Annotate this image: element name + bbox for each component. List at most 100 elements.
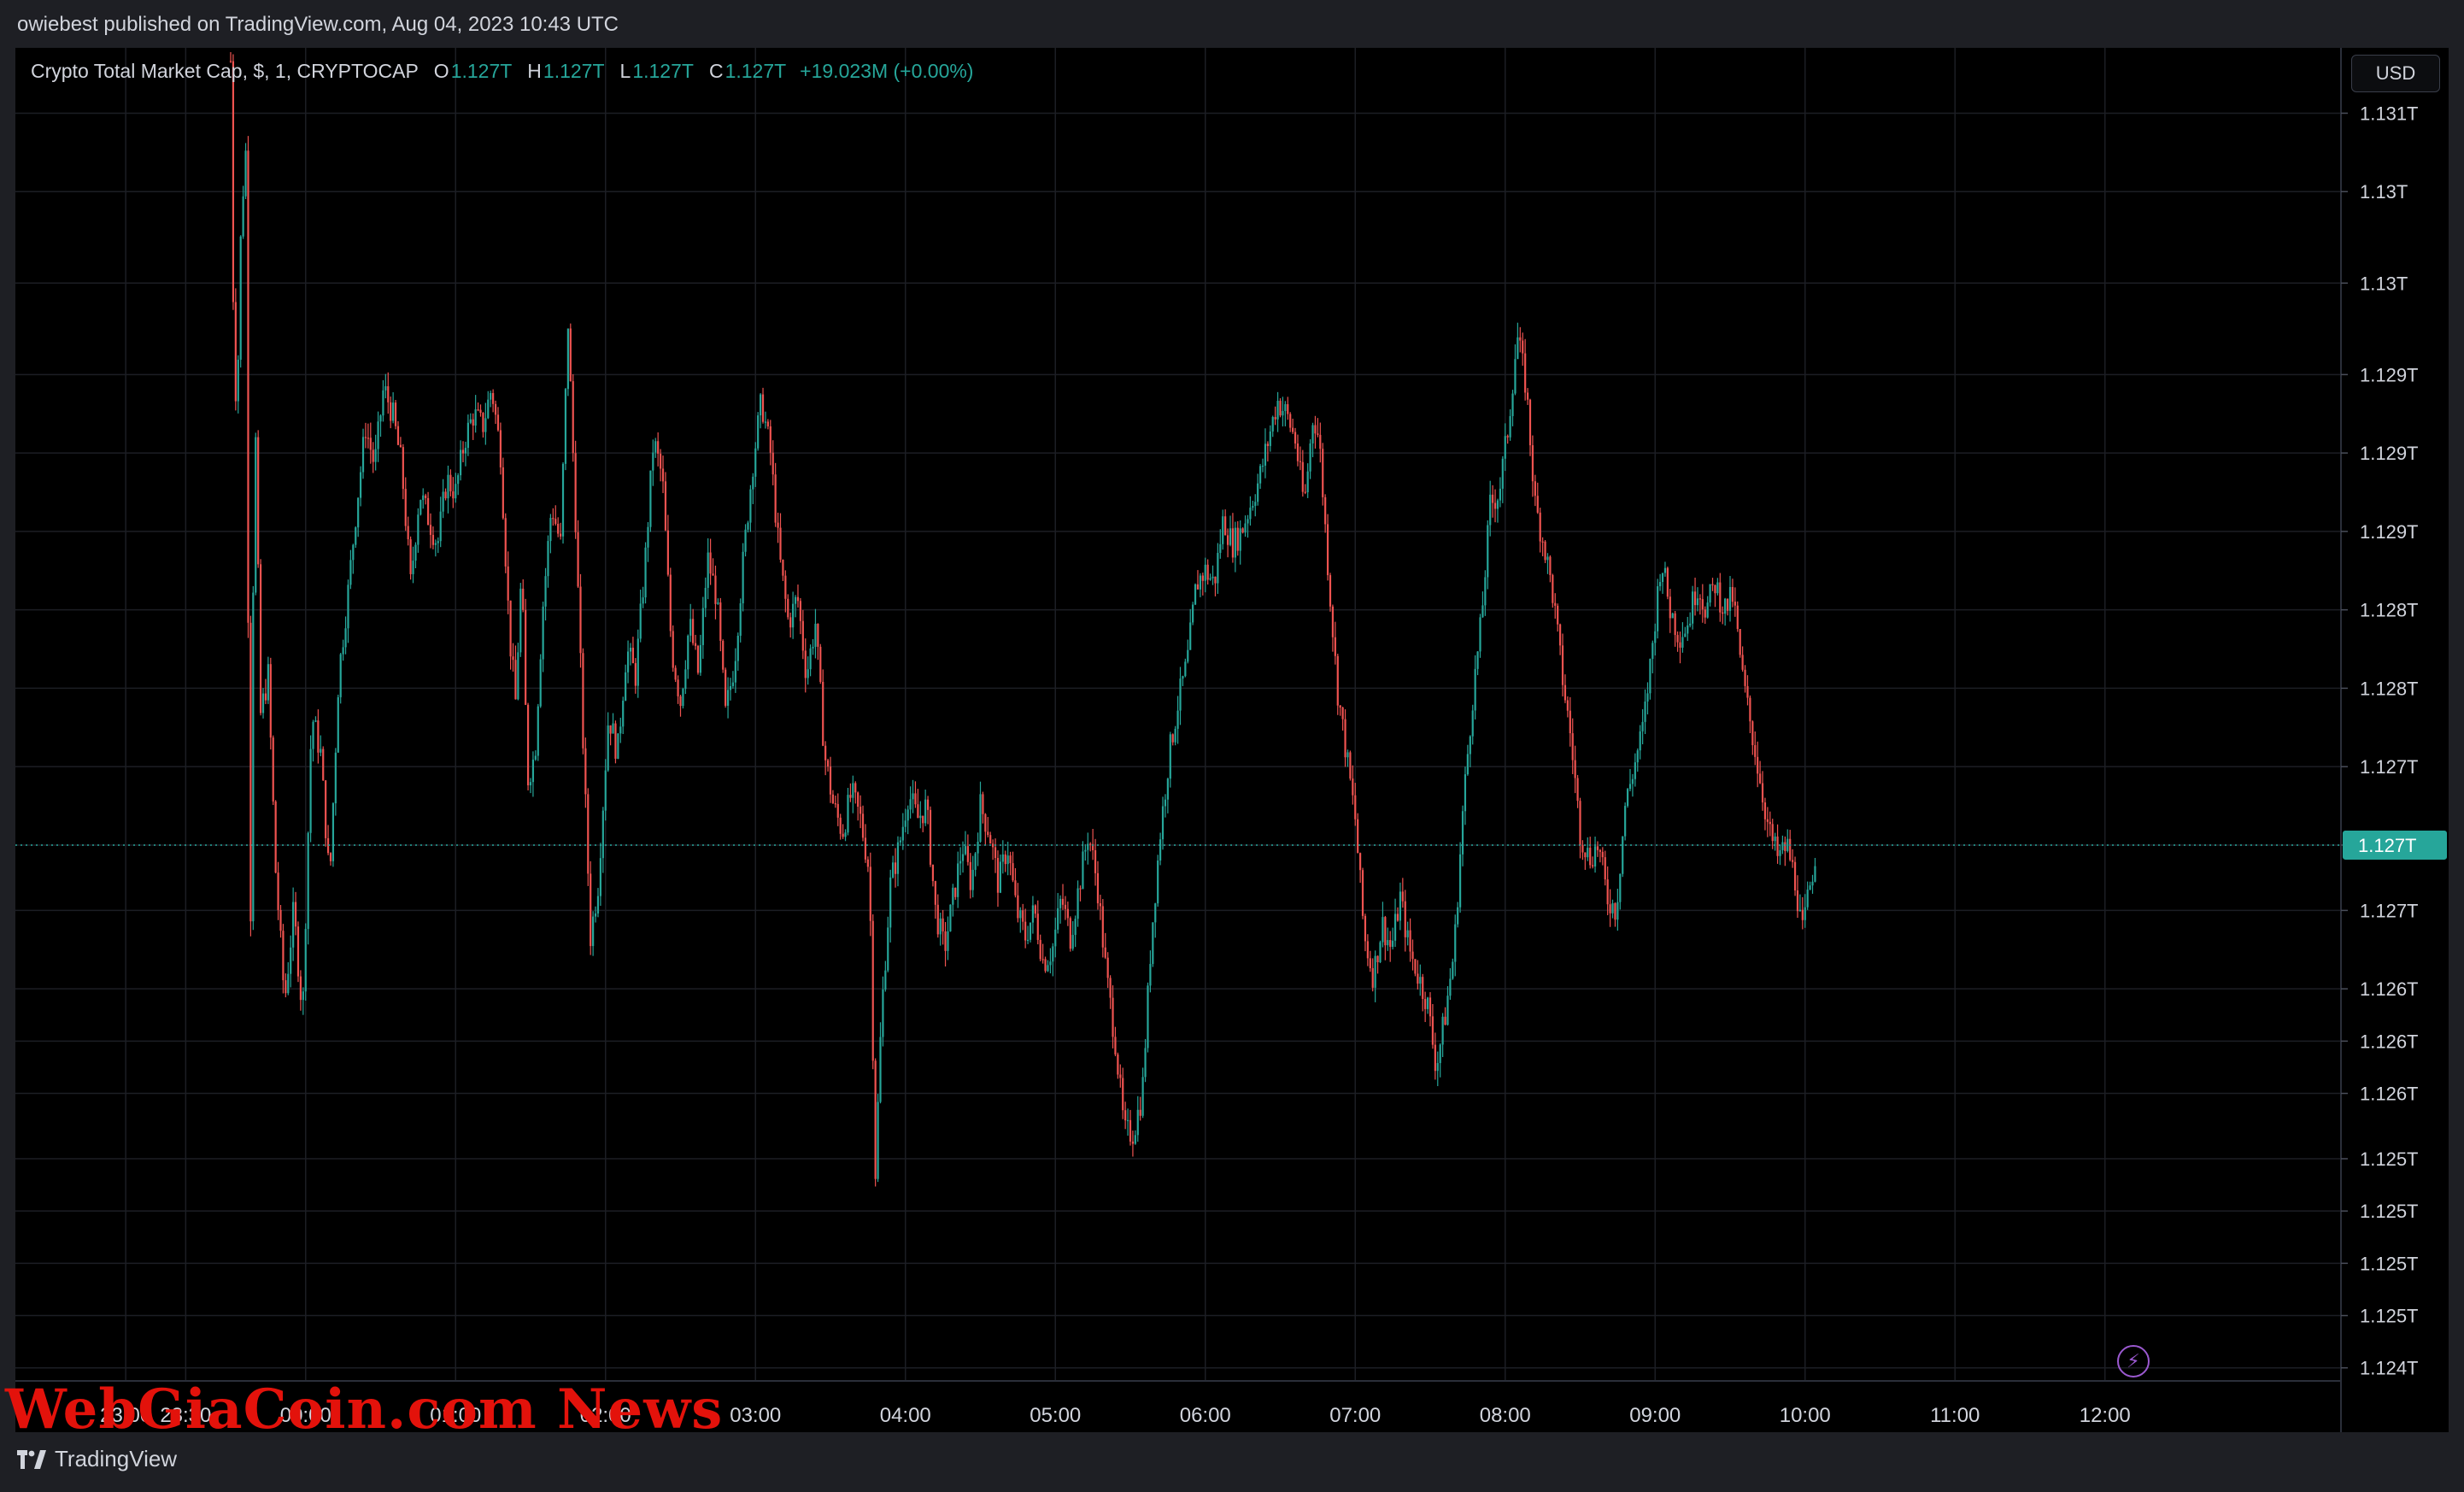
candle-body <box>1454 924 1457 962</box>
candle-body <box>1026 939 1030 942</box>
candle-body <box>1276 401 1279 420</box>
candle-body <box>612 723 614 734</box>
symbol-legend[interactable]: Crypto Total Market Cap, $, 1, CRYPTOCAP… <box>31 60 973 83</box>
candle-body <box>431 534 435 545</box>
candle-body <box>1709 584 1711 603</box>
candle-body <box>1161 806 1165 840</box>
candle-body <box>1006 855 1009 865</box>
candle-body <box>654 441 657 453</box>
candle-body <box>1352 778 1354 796</box>
candle-body <box>812 646 814 649</box>
candle-body <box>1711 584 1714 585</box>
candle-body <box>294 902 297 927</box>
candle-body <box>964 846 967 855</box>
candle-body <box>1417 973 1419 984</box>
candle-body <box>1112 997 1114 1037</box>
candle-body <box>412 561 414 574</box>
candle-body <box>1254 502 1257 507</box>
candle-body <box>307 832 309 930</box>
candle-body <box>1084 849 1087 852</box>
candle-body <box>809 648 812 670</box>
candle-body <box>1684 633 1687 637</box>
candle-body <box>1559 624 1562 646</box>
price-tick-label: 1.125T <box>2360 1201 2419 1222</box>
candle-body <box>826 760 830 767</box>
candle-body <box>1514 359 1517 394</box>
candle-body <box>1131 1141 1135 1144</box>
candle-body <box>1763 802 1767 819</box>
candle-body <box>1552 574 1554 603</box>
price-tick-label: 1.129T <box>2360 521 2419 543</box>
candle-body <box>947 931 949 951</box>
candle-body <box>1626 789 1629 807</box>
candle-body <box>1663 567 1667 573</box>
candle-body <box>792 603 795 628</box>
candle-body <box>372 449 374 462</box>
candle-body <box>1757 756 1759 774</box>
candle-body <box>239 236 242 360</box>
candle-body <box>760 394 762 416</box>
candle-body <box>1804 907 1806 920</box>
candle-body <box>1414 959 1417 974</box>
candle-body <box>1382 917 1384 943</box>
candle-body <box>1581 845 1584 853</box>
candle-body <box>647 526 649 548</box>
candle-body <box>1674 613 1676 636</box>
candle-body <box>757 415 760 449</box>
candle-body <box>1644 701 1646 722</box>
candle-body <box>1301 461 1304 492</box>
candle-body <box>544 576 547 607</box>
candle-body <box>961 854 965 861</box>
candle-body <box>1226 535 1229 545</box>
candle-body <box>594 913 597 917</box>
candle-body <box>352 544 355 561</box>
candle-body <box>796 596 800 602</box>
candle-body <box>694 643 697 646</box>
candle-body <box>1217 553 1219 584</box>
candle-body <box>387 386 390 402</box>
candle-body <box>1106 957 1109 978</box>
candle-body <box>847 795 849 833</box>
candle-body <box>1057 908 1059 930</box>
candle-body <box>382 390 384 416</box>
candle-body <box>1159 839 1162 861</box>
candle-body <box>1266 443 1269 446</box>
time-tick-label: 04:00 <box>880 1404 931 1427</box>
candle-body <box>1596 846 1599 850</box>
candle-body <box>487 399 490 419</box>
candle-body <box>929 809 932 865</box>
candle-body <box>631 648 635 664</box>
low-value: 1.127T <box>632 60 694 82</box>
candle-body <box>1801 909 1804 920</box>
price-chart[interactable]: 1.131T 1.13T 1.13T 1.129T 1.129T 1.129T 1.128T… <box>15 48 2449 1432</box>
candle-body <box>1309 443 1311 472</box>
price-tick-label: 1.126T <box>2360 1084 2419 1105</box>
currency-button[interactable]: USD <box>2351 55 2440 92</box>
candle-body <box>1522 340 1524 354</box>
candle-body <box>369 438 372 450</box>
lightning-icon[interactable]: ⚡ <box>2117 1345 2150 1377</box>
candle-body <box>1419 977 1422 984</box>
candle-body <box>1761 783 1764 803</box>
candle-body <box>584 748 587 795</box>
candle-body <box>302 991 304 1001</box>
candle-body <box>1493 502 1497 509</box>
candle-body <box>1236 527 1239 551</box>
candle-body <box>267 664 269 701</box>
candle-body <box>534 755 537 760</box>
candle-body <box>699 644 701 673</box>
candle-body <box>894 862 897 874</box>
candle-body <box>439 511 442 542</box>
tradingview-logo[interactable]: TradingView <box>17 1446 177 1472</box>
candle-body <box>404 489 407 526</box>
candle-body <box>719 602 722 641</box>
candle-body <box>1329 575 1332 607</box>
candle-body <box>1194 584 1197 605</box>
candle-body <box>761 394 765 422</box>
candle-body <box>1554 602 1557 606</box>
candle-body <box>1201 575 1204 581</box>
candle-body <box>472 419 474 426</box>
candle-body <box>672 631 674 668</box>
chart-area[interactable]: 1.131T 1.13T 1.13T 1.129T 1.129T 1.129T 1.128T… <box>15 48 2449 1432</box>
candle-body <box>794 596 797 604</box>
